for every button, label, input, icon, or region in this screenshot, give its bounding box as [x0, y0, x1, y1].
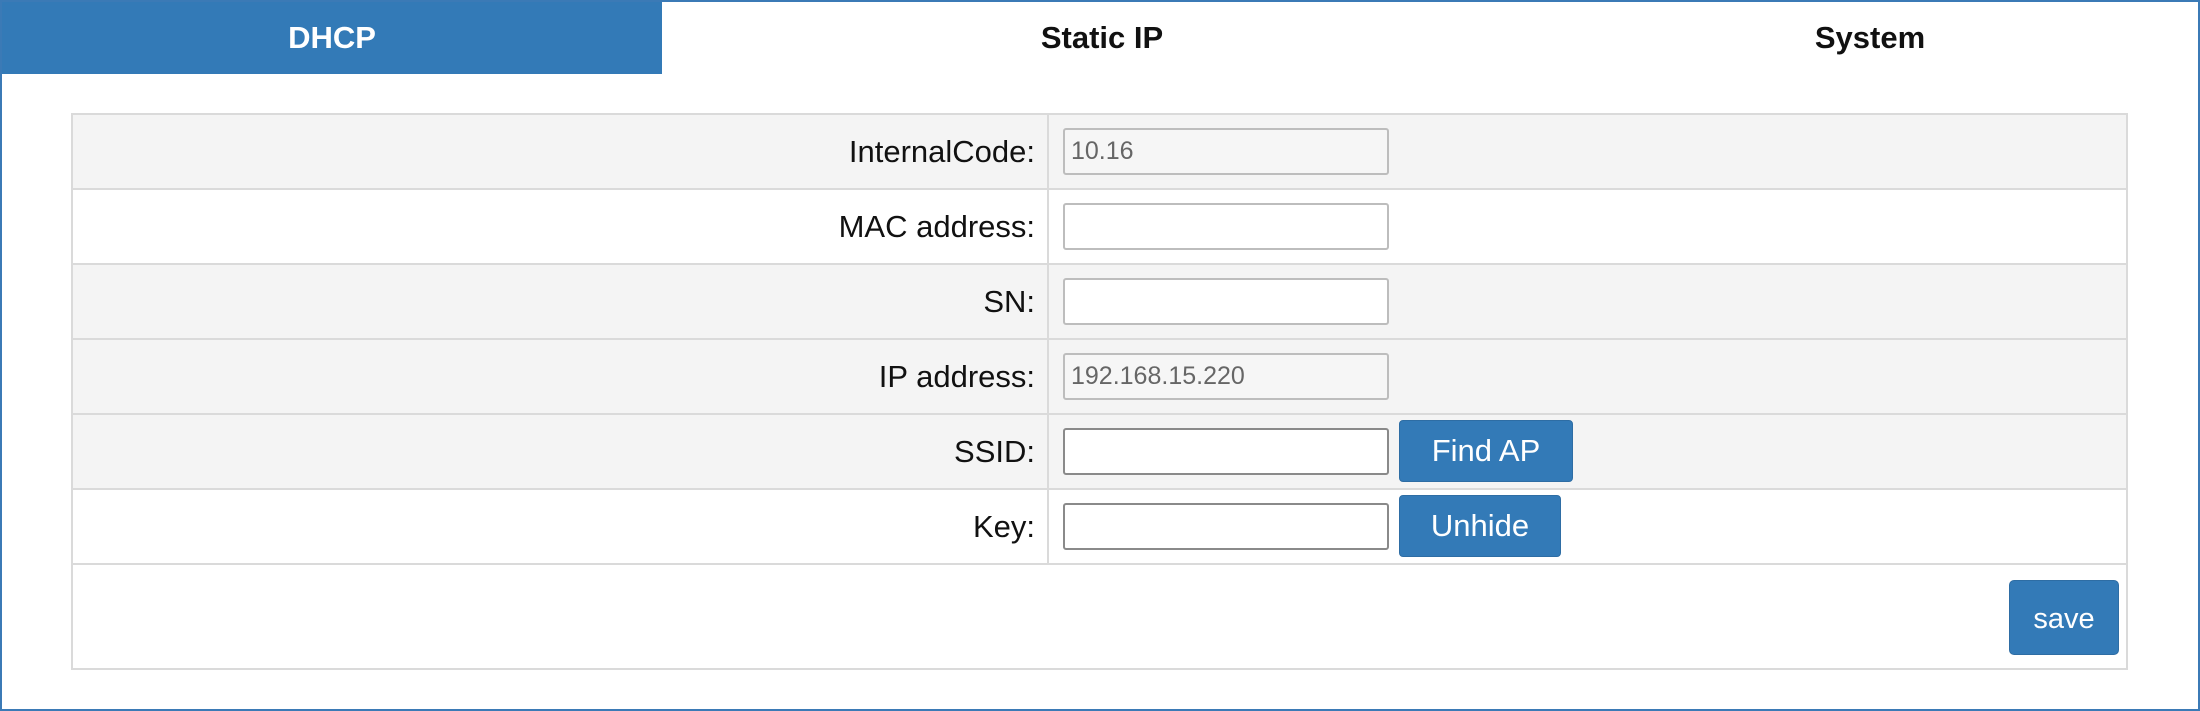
form-row-ip-address: IP address:: [73, 340, 2126, 415]
tab-static-ip[interactable]: Static IP: [662, 2, 1542, 74]
find-ap-button[interactable]: Find AP: [1399, 420, 1573, 482]
ip-address-field[interactable]: [1063, 353, 1389, 400]
tab-dhcp[interactable]: DHCP: [2, 2, 662, 74]
key-label: Key:: [73, 490, 1049, 563]
form-footer: save: [73, 565, 2126, 668]
unhide-button[interactable]: Unhide: [1399, 495, 1561, 557]
sn-field[interactable]: [1063, 278, 1389, 325]
form-row-key: Key: Unhide: [73, 490, 2126, 565]
ssid-field[interactable]: [1063, 428, 1389, 475]
form-row-sn: SN:: [73, 265, 2126, 340]
internal-code-field[interactable]: [1063, 128, 1389, 175]
save-button[interactable]: save: [2009, 580, 2119, 655]
form-row-mac-address: MAC address:: [73, 190, 2126, 265]
tab-bar: DHCP Static IP System: [2, 2, 2198, 74]
tab-system[interactable]: System: [1542, 2, 2198, 74]
app-window: DHCP Static IP System InternalCode: MAC …: [0, 0, 2200, 711]
key-field[interactable]: [1063, 503, 1389, 550]
ip-address-label: IP address:: [73, 340, 1049, 413]
settings-form: InternalCode: MAC address: SN: IP addres…: [71, 113, 2128, 670]
mac-address-label: MAC address:: [73, 190, 1049, 263]
ssid-label: SSID:: [73, 415, 1049, 488]
internal-code-label: InternalCode:: [73, 115, 1049, 188]
form-row-internal-code: InternalCode:: [73, 115, 2126, 190]
sn-label: SN:: [73, 265, 1049, 338]
mac-address-field[interactable]: [1063, 203, 1389, 250]
form-row-ssid: SSID: Find AP: [73, 415, 2126, 490]
